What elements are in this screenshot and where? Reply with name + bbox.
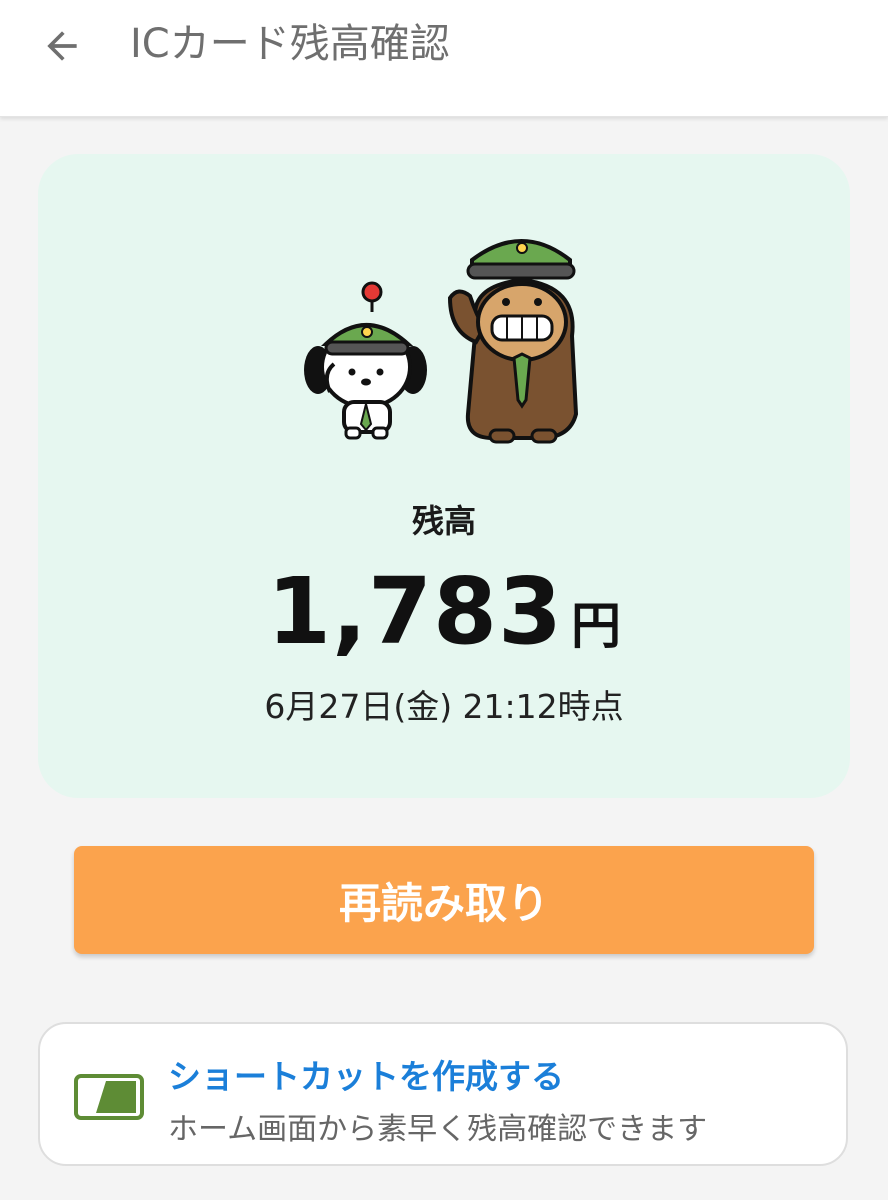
shortcut-title: ショートカットを作成する [168,1057,564,1096]
reread-button[interactable]: 再読み取り [74,846,814,954]
balance-timestamp: 6月27日(金) 21:12時点 [264,687,624,726]
balance-unit: 円 [571,597,621,655]
shortcut-description: ホーム画面から素早く残高確認できます [168,1112,708,1147]
balance-card: 残高 1,783 円 6月27日(金) 21:12時点 [38,154,850,798]
dog-mascot [304,281,427,440]
mascot-illustration [304,239,579,444]
balance-amount: 1,783 [266,558,563,665]
create-shortcut-card[interactable]: ショートカットを作成する ホーム画面から素早く残高確認できます [38,1022,848,1166]
card-shortcut-icon [74,1074,144,1120]
back-button[interactable] [34,18,90,74]
balance-label: 残高 [411,502,476,540]
page-title: ICカード残高確認 [130,21,450,67]
app-bar: ICカード残高確認 [0,0,888,117]
gorilla-mascot [447,239,579,444]
balance-row: 1,783 円 [38,558,850,665]
arrow-back-icon [47,31,77,61]
